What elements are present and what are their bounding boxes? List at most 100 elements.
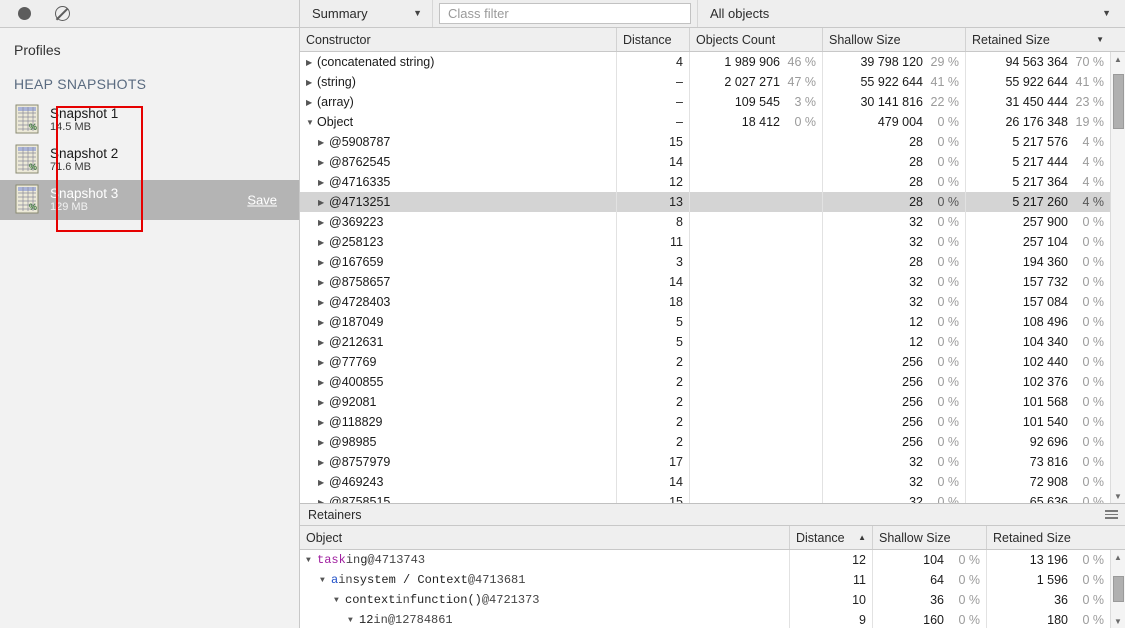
record-dot-icon[interactable] — [14, 4, 34, 24]
column-header-distance[interactable]: Distance ▲ — [790, 526, 873, 549]
table-row[interactable]: ▶ @5908787 15 28 0 % 5 217 576 4 % — [300, 132, 1125, 152]
shallow-size-value: 12 — [909, 335, 923, 349]
table-row[interactable]: ▶ @167659 3 28 0 % 194 360 0 % — [300, 252, 1125, 272]
scroll-down-arrow-icon[interactable]: ▼ — [1114, 489, 1122, 503]
table-row-selected[interactable]: ▶ @4713251 13 28 0 % 5 217 260 4 % — [300, 192, 1125, 212]
expand-collapse-closed-icon[interactable]: ▶ — [318, 258, 329, 267]
expand-collapse-closed-icon[interactable]: ▶ — [318, 218, 329, 227]
table-row[interactable]: ▶ @400855 2 256 0 % 102 376 0 % — [300, 372, 1125, 392]
column-label: Shallow Size — [879, 530, 951, 545]
expand-collapse-closed-icon[interactable]: ▶ — [318, 458, 329, 467]
expand-collapse-closed-icon[interactable]: ▶ — [318, 138, 329, 147]
table-row[interactable]: ▶ @8758657 14 32 0 % 157 732 0 % — [300, 272, 1125, 292]
hamburger-menu-icon[interactable] — [1105, 510, 1118, 519]
snapshot-list-item[interactable]: % Snapshot 1 14.5 MB — [0, 100, 299, 140]
shallow-size-value: 256 — [902, 375, 923, 389]
expand-collapse-closed-icon[interactable]: ▶ — [318, 178, 329, 187]
scroll-up-arrow-icon[interactable]: ▲ — [1114, 550, 1122, 564]
expand-collapse-closed-icon[interactable]: ▶ — [318, 298, 329, 307]
scroll-down-arrow-icon[interactable]: ▼ — [1114, 614, 1122, 628]
table-row[interactable]: ▶ @98985 2 256 0 % 92 696 0 % — [300, 432, 1125, 452]
retainers-vertical-scrollbar[interactable]: ▲ ▼ — [1110, 550, 1125, 628]
retainer-row[interactable]: ▼ a in system / Context @4713681 11 64 0 % 1 … — [300, 570, 1125, 590]
cell-constructor: ▶ @4713251 — [300, 192, 617, 212]
column-header-object[interactable]: Object — [300, 526, 790, 549]
table-row[interactable]: ▶ @77769 2 256 0 % 102 440 0 % — [300, 352, 1125, 372]
class-filter-input[interactable] — [439, 3, 691, 24]
main-vertical-scrollbar[interactable]: ▲ ▼ — [1110, 52, 1125, 503]
snapshot-list-item[interactable]: % Snapshot 2 71.6 MB — [0, 140, 299, 180]
expand-collapse-closed-icon[interactable]: ▶ — [318, 498, 329, 504]
retainer-row[interactable]: ▼ 12 in @12784861 9 160 0 % 180 0 % — [300, 610, 1125, 628]
expand-collapse-closed-icon[interactable]: ▶ — [318, 278, 329, 287]
table-row[interactable]: ▶ @369223 8 32 0 % 257 900 0 % — [300, 212, 1125, 232]
scroll-track[interactable] — [1111, 564, 1125, 614]
expand-collapse-closed-icon[interactable]: ▶ — [318, 418, 329, 427]
table-row[interactable]: ▶ @4716335 12 28 0 % 5 217 364 4 % — [300, 172, 1125, 192]
table-row[interactable]: ▶ @8757979 17 32 0 % 73 816 0 % — [300, 452, 1125, 472]
table-row[interactable]: ▶ (array) –109 545 3 % 30 141 816 22 % 31 450 … — [300, 92, 1125, 112]
table-row[interactable]: ▶ (string) –2 027 271 47 % 55 922 644 41 % 55 … — [300, 72, 1125, 92]
shallow-size-value: 104 — [923, 553, 944, 567]
cell-shallow-size: 32 0 % — [823, 492, 966, 503]
cell-shallow-size: 256 0 % — [823, 372, 966, 392]
table-row[interactable]: ▶ @469243 14 32 0 % 72 908 0 % — [300, 472, 1125, 492]
expand-collapse-closed-icon[interactable]: ▶ — [318, 438, 329, 447]
table-row[interactable]: ▶ @8758515 15 32 0 % 65 636 0 % — [300, 492, 1125, 503]
table-row[interactable]: ▶ @258123 11 32 0 % 257 104 0 % — [300, 232, 1125, 252]
column-header-retained-size[interactable]: Retained Size ▼ — [966, 28, 1110, 51]
expand-collapse-closed-icon[interactable]: ▶ — [318, 238, 329, 247]
shallow-size-value: 64 — [930, 573, 944, 587]
column-header-shallow-size[interactable]: Shallow Size — [873, 526, 987, 549]
clear-no-entry-icon[interactable] — [52, 4, 72, 24]
expand-collapse-closed-icon[interactable]: ▶ — [306, 58, 317, 67]
expand-collapse-open-icon[interactable]: ▼ — [306, 118, 317, 127]
expand-collapse-closed-icon[interactable]: ▶ — [318, 158, 329, 167]
cell-constructor: ▶ @4728403 — [300, 292, 617, 312]
table-row[interactable]: ▶ @92081 2 256 0 % 101 568 0 % — [300, 392, 1125, 412]
table-row[interactable]: ▶ @4728403 18 32 0 % 157 084 0 % — [300, 292, 1125, 312]
column-header-shallow-size[interactable]: Shallow Size — [823, 28, 966, 51]
table-row[interactable]: ▶ @187049 5 12 0 % 108 496 0 % — [300, 312, 1125, 332]
scroll-up-arrow-icon[interactable]: ▲ — [1114, 52, 1122, 66]
column-header-constructor[interactable]: Constructor — [300, 28, 617, 51]
table-row[interactable]: ▶ (concatenated string) 4 1 989 906 46 % 39 7… — [300, 52, 1125, 72]
retainer-row[interactable]: ▼ task in g @4713743 12 104 0 % 13 196 0 % — [300, 550, 1125, 570]
table-row[interactable]: ▶ @8762545 14 28 0 % 5 217 444 4 % — [300, 152, 1125, 172]
shallow-size-value: 256 — [902, 395, 923, 409]
column-header-distance[interactable]: Distance — [617, 28, 690, 51]
expand-collapse-open-icon[interactable]: ▼ — [348, 616, 359, 625]
view-mode-dropdown[interactable]: Summary ▼ — [300, 0, 433, 27]
table-row[interactable]: ▶ @212631 5 12 0 % 104 340 0 % — [300, 332, 1125, 352]
expand-collapse-closed-icon[interactable]: ▶ — [306, 98, 317, 107]
cell-distance: 10 — [790, 590, 873, 610]
scroll-thumb[interactable] — [1113, 576, 1124, 602]
constructor-name: @167659 — [329, 255, 384, 269]
table-row[interactable]: ▶ @118829 2 256 0 % 101 540 0 % — [300, 412, 1125, 432]
column-header-retained-size[interactable]: Retained Size — [987, 526, 1110, 549]
expand-collapse-closed-icon[interactable]: ▶ — [318, 358, 329, 367]
expand-collapse-closed-icon[interactable]: ▶ — [318, 378, 329, 387]
snapshot-list-item-selected[interactable]: % Snapshot 3 129 MB Save — [0, 180, 299, 220]
expand-collapse-closed-icon[interactable]: ▶ — [318, 478, 329, 487]
expand-collapse-closed-icon[interactable]: ▶ — [318, 198, 329, 207]
expand-collapse-closed-icon[interactable]: ▶ — [318, 318, 329, 327]
object-scope-dropdown[interactable]: All objects ▼ — [697, 0, 1125, 27]
save-snapshot-link[interactable]: Save — [247, 193, 277, 208]
table-row[interactable]: ▼ Object –18 412 0 % 479 004 0 % 26 176 348 19 … — [300, 112, 1125, 132]
expand-collapse-open-icon[interactable]: ▼ — [334, 596, 345, 605]
cell-shallow-size: 39 798 120 29 % — [823, 52, 966, 72]
expand-collapse-closed-icon[interactable]: ▶ — [318, 338, 329, 347]
constructor-name: @469243 — [329, 475, 384, 489]
expand-collapse-closed-icon[interactable]: ▶ — [318, 398, 329, 407]
scroll-thumb[interactable] — [1113, 74, 1124, 129]
shallow-size-value: 28 — [909, 135, 923, 149]
cell-shallow-size: 104 0 % — [873, 550, 987, 570]
expand-collapse-open-icon[interactable]: ▼ — [320, 576, 331, 585]
retainer-row[interactable]: ▼ context in function() @4721373 10 36 0 % 36… — [300, 590, 1125, 610]
expand-collapse-closed-icon[interactable]: ▶ — [306, 78, 317, 87]
expand-collapse-open-icon[interactable]: ▼ — [306, 556, 317, 565]
cell-objects-count — [690, 492, 823, 503]
column-header-objects-count[interactable]: Objects Count — [690, 28, 823, 51]
scroll-track[interactable] — [1111, 66, 1125, 489]
